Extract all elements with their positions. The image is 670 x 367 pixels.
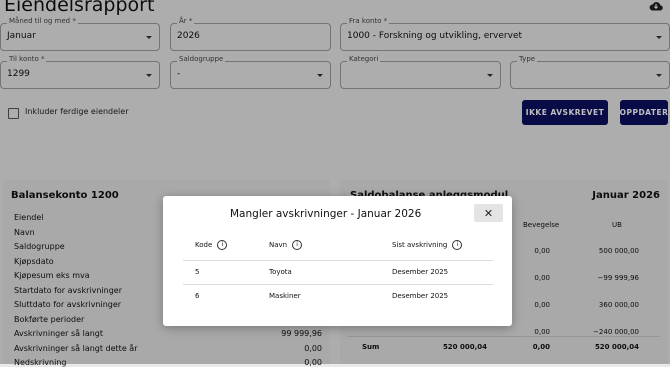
- cell-code: 5: [195, 268, 200, 276]
- column-header-name: Navn i: [269, 240, 303, 250]
- cell-code: 6: [195, 292, 200, 300]
- missing-depreciation-dialog: Mangler avskrivninger - Januar 2026 ✕ Ko…: [163, 196, 512, 326]
- column-header-code: Kode i: [195, 240, 228, 250]
- dialog-title: Mangler avskrivninger - Januar 2026: [230, 208, 422, 220]
- column-header-last-depreciation: Sist avskrivning i: [392, 240, 463, 250]
- row-divider: [183, 260, 493, 261]
- row-divider: [183, 284, 493, 285]
- cell-last: Desember 2025: [392, 292, 449, 300]
- info-icon[interactable]: i: [452, 240, 463, 250]
- info-icon[interactable]: i: [292, 240, 303, 250]
- cell-name: Toyota: [269, 268, 292, 276]
- cell-last: Desember 2025: [392, 268, 449, 276]
- info-icon[interactable]: i: [217, 240, 228, 250]
- cell-name: Maskiner: [269, 292, 301, 300]
- close-icon[interactable]: ✕: [474, 204, 503, 222]
